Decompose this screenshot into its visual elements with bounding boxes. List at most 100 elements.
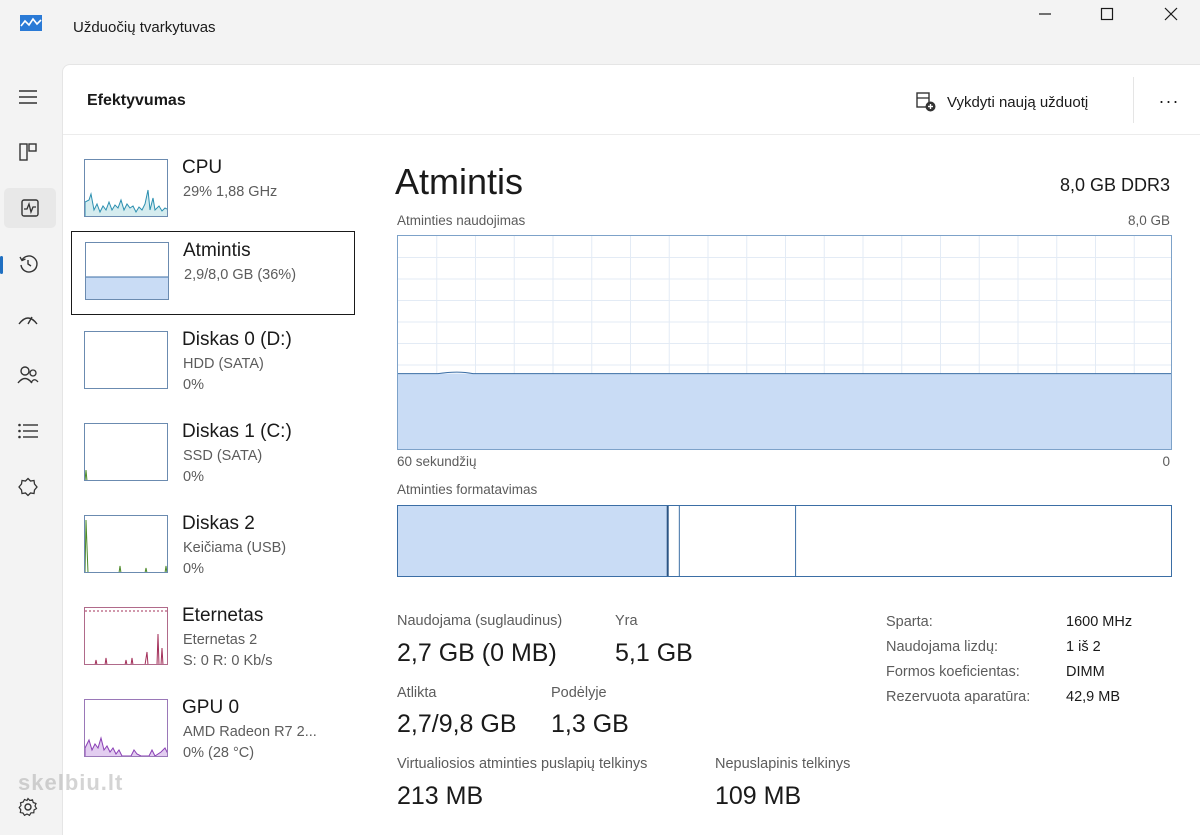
paged-pool-label: Virtualiosios atminties puslapių telkiny…	[397, 756, 648, 772]
nav-startup-apps[interactable]	[0, 300, 56, 340]
usage-chart-zero-label: 0	[1162, 454, 1170, 469]
usage-chart-label: Atminties naudojimas	[397, 213, 526, 228]
sidebar-item-name: Diskas 1 (C:)	[182, 421, 292, 442]
available-label: Yra	[615, 613, 638, 629]
paged-pool-value: 213 MB	[397, 782, 484, 810]
slots-used-key: Naudojama lizdų:	[886, 639, 999, 655]
run-task-icon	[916, 92, 936, 112]
window-title: Užduočių tvarkytuvas	[73, 19, 216, 36]
in-use-label: Naudojama (suglaudinus)	[397, 613, 563, 629]
ethernet-thumbnail-graph	[84, 607, 168, 665]
navigation-rail	[0, 58, 60, 835]
maximize-icon	[1100, 7, 1114, 21]
memory-usage-graph	[398, 236, 1171, 449]
sidebar-item-usage: S: 0 R: 0 Kb/s	[183, 653, 273, 669]
committed-label: Atlikta	[397, 685, 437, 701]
memory-usage-chart	[397, 235, 1172, 450]
sidebar-item-name: GPU 0	[182, 697, 240, 718]
nav-processes[interactable]	[0, 132, 56, 172]
speed-value: 1600 MHz	[1066, 614, 1133, 630]
sidebar-item-gpu-0[interactable]: GPU 0 AMD Radeon R7 2... 0% (28 °C)	[71, 689, 355, 773]
sidebar-item-name: CPU	[182, 157, 223, 178]
memory-thumbnail-graph	[85, 242, 169, 300]
form-factor-key: Formos koeficientas:	[886, 664, 1020, 680]
sidebar-item-detail: AMD Radeon R7 2...	[183, 724, 317, 740]
sidebar-item-usage: 0%	[183, 561, 204, 577]
nav-performance[interactable]	[4, 188, 56, 228]
close-button[interactable]	[1138, 0, 1200, 28]
page-title: Efektyvumas	[87, 92, 186, 109]
available-value: 5,1 GB	[615, 639, 693, 667]
minimize-button[interactable]	[1012, 0, 1078, 28]
sidebar-item-usage: 0% (28 °C)	[183, 745, 255, 761]
gpu-thumbnail-graph	[84, 699, 168, 757]
content-panel: Efektyvumas Vykdyti naują užduotį ··· CP…	[62, 64, 1200, 835]
sidebar-item-detail: HDD (SATA)	[183, 356, 264, 372]
more-options-button[interactable]: ···	[1151, 87, 1187, 115]
cached-value: 1,3 GB	[551, 710, 629, 738]
nav-app-history[interactable]	[0, 244, 56, 284]
hardware-reserved-value: 42,9 MB	[1066, 689, 1120, 705]
services-icon	[18, 477, 38, 497]
hamburger-icon	[19, 90, 37, 104]
memory-composition-graph	[398, 506, 797, 576]
speed-key: Sparta:	[886, 614, 933, 630]
run-new-task-button[interactable]: Vykdyti naują užduotį	[915, 89, 1088, 115]
sidebar-item-detail: 29% 1,88 GHz	[183, 184, 278, 200]
sidebar-item-detail: 2,9/8,0 GB (36%)	[184, 267, 297, 283]
memory-heading: Atmintis	[395, 161, 524, 202]
title-bar: Užduočių tvarkytuvas	[0, 0, 1200, 58]
settings-icon	[18, 797, 38, 817]
memory-in-use-segment	[398, 506, 668, 576]
sidebar-item-cpu[interactable]: CPU 29% 1,88 GHz	[71, 149, 355, 233]
sidebar-item-detail: Keičiama (USB)	[183, 540, 287, 556]
slots-used-value: 1 iš 2	[1066, 639, 1101, 655]
memory-capacity-type: 8,0 GB DDR3	[1059, 175, 1170, 195]
history-icon	[19, 255, 38, 273]
nonpaged-pool-value: 109 MB	[715, 782, 802, 810]
nav-details[interactable]	[0, 411, 56, 451]
performance-icon	[21, 199, 39, 217]
startup-icon	[18, 316, 38, 325]
close-icon	[1164, 7, 1178, 21]
users-icon	[17, 366, 39, 384]
sidebar-item-memory[interactable]: Atmintis 2,9/8,0 GB (36%)	[71, 231, 355, 315]
sidebar-item-disk-2[interactable]: Diskas 2 Keičiama (USB) 0%	[71, 505, 355, 589]
page-header: Efektyvumas Vykdyti naują užduotį ···	[63, 65, 1200, 135]
disk-0-thumbnail-graph	[84, 331, 168, 389]
sidebar-item-name: Diskas 0 (D:)	[182, 329, 292, 350]
sidebar-item-detail: Eternetas 2	[183, 632, 258, 648]
form-factor-value: DIMM	[1066, 664, 1105, 680]
sidebar-item-ethernet[interactable]: Eternetas Eternetas 2 S: 0 R: 0 Kb/s	[71, 597, 355, 681]
run-task-label: Vykdyti naują užduotį	[947, 93, 1089, 111]
disk-2-thumbnail-graph	[84, 515, 168, 573]
nonpaged-pool-label: Nepuslapinis telkinys	[715, 756, 851, 772]
hardware-reserved-key: Rezervuota aparatūra:	[886, 689, 1031, 705]
memory-composition-bar	[397, 505, 1172, 577]
task-manager-app-icon	[20, 15, 42, 31]
usage-chart-time-label: 60 sekundžių	[397, 454, 477, 469]
nav-menu-button[interactable]	[0, 77, 56, 117]
in-use-value: 2,7 GB (0 MB)	[397, 639, 557, 667]
sidebar-item-name: Diskas 2	[182, 513, 255, 534]
usage-chart-max-label: 8,0 GB	[1127, 213, 1170, 228]
watermark: skelbiu.lt	[18, 770, 124, 795]
composition-chart-label: Atminties formatavimas	[397, 482, 538, 497]
committed-value: 2,7/9,8 GB	[397, 710, 517, 738]
cached-label: Podėlyje	[551, 685, 607, 701]
header-separator	[1133, 77, 1134, 123]
sidebar-item-usage: 0%	[183, 469, 204, 485]
sidebar-item-disk-1[interactable]: Diskas 1 (C:) SSD (SATA) 0%	[71, 413, 355, 497]
memory-usage-area	[398, 373, 1171, 449]
processes-icon	[19, 143, 37, 161]
sidebar-item-name: Atmintis	[183, 240, 251, 261]
details-icon	[18, 423, 38, 439]
nav-services[interactable]	[0, 467, 56, 507]
maximize-button[interactable]	[1074, 0, 1140, 28]
sidebar-item-usage: 0%	[183, 377, 204, 393]
sidebar-item-disk-0[interactable]: Diskas 0 (D:) HDD (SATA) 0%	[71, 321, 355, 405]
nav-users[interactable]	[0, 355, 56, 395]
cpu-thumbnail-graph	[84, 159, 168, 217]
minimize-icon	[1039, 13, 1051, 15]
sidebar-item-detail: SSD (SATA)	[183, 448, 263, 464]
